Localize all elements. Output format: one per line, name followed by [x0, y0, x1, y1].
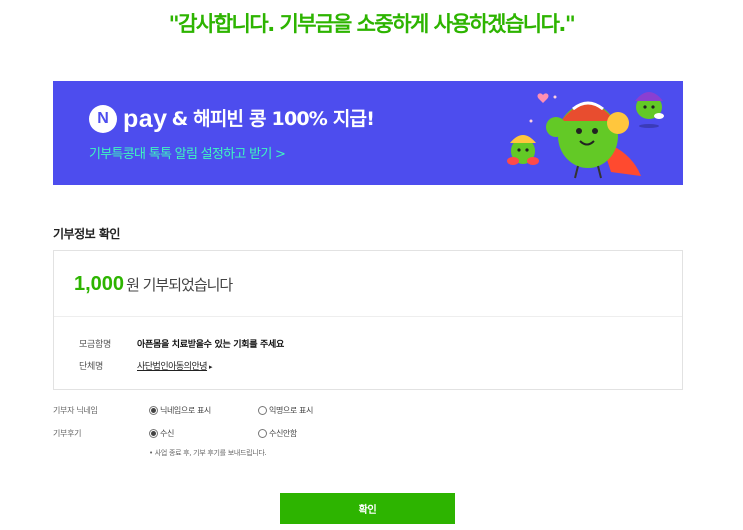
- radio-not-receive[interactable]: 수신안함: [258, 428, 367, 439]
- amount-value: 1,000: [74, 273, 125, 295]
- thank-you-headline: "감사합니다. 기부금을 소중하게 사용하겠습니다.": [168, 12, 576, 36]
- radio-label: 닉네임으로 표시: [160, 406, 211, 415]
- organization-label: 단체명: [79, 362, 103, 372]
- banner-title: & 해피빈 콩 100% 지급!: [171, 108, 375, 130]
- radio-unchecked-icon: [258, 429, 267, 438]
- fundraiser-name: 아픈몸을 치료받을수 있는 기회를 주세요: [137, 340, 284, 350]
- confirm-button[interactable]: 확인: [280, 493, 455, 524]
- section-title: 기부정보 확인: [53, 227, 120, 241]
- npay-logo-icon: N: [89, 105, 117, 133]
- radio-label: 수신안함: [269, 429, 297, 438]
- radio-show-nickname[interactable]: 닉네임으로 표시: [149, 405, 258, 416]
- banner-subtitle-link[interactable]: 기부특콩대 톡톡 알림 설정하고 받기 >: [89, 143, 286, 162]
- fundraiser-row: 모금함명 아픈몸을 치료받을수 있는 기회를 주세요: [79, 337, 284, 350]
- organization-link[interactable]: 사단법인아동의안녕 ▸: [137, 359, 213, 372]
- fundraiser-label: 모금함명: [79, 340, 111, 350]
- organization-name: 사단법인아동의안녕: [137, 362, 208, 372]
- donation-amount: 1,000 원 기부되었습니다: [74, 273, 233, 296]
- radio-label: 익명으로 표시: [269, 406, 313, 415]
- radio-checked-icon: [149, 406, 158, 415]
- radio-unchecked-icon: [258, 406, 267, 415]
- heart-icon: [537, 93, 549, 103]
- donation-info-box: 1,000 원 기부되었습니다 모금함명 아픈몸을 치료받을수 있는 기회를 주…: [53, 250, 683, 390]
- radio-anonymous[interactable]: 익명으로 표시: [258, 405, 367, 416]
- radio-label: 수신: [160, 429, 174, 438]
- radio-checked-icon: [149, 429, 158, 438]
- review-label: 기부후기: [53, 429, 82, 438]
- npay-promo-banner[interactable]: N pay & 해피빈 콩 100% 지급! 기부특콩대 톡톡 알림 설정하고 …: [53, 81, 683, 185]
- organization-row: 단체명 사단법인아동의안녕 ▸: [79, 359, 213, 372]
- nickname-label: 기부자 닉네임: [53, 406, 98, 415]
- review-option-row: 기부후기 수신 수신안함: [53, 428, 367, 439]
- nickname-option-row: 기부자 닉네임 닉네임으로 표시 익명으로 표시: [53, 405, 367, 416]
- radio-receive[interactable]: 수신: [149, 428, 258, 439]
- review-note: • 사업 종료 후, 기부 후기를 보내드립니다.: [149, 449, 267, 457]
- divider: [54, 316, 682, 317]
- npay-logo-text: pay: [123, 105, 168, 133]
- bean-characters-illustration: [507, 92, 664, 179]
- chevron-right-icon: ▸: [209, 363, 213, 371]
- amount-text: 원 기부되었습니다: [126, 276, 233, 294]
- banner-title-row: N pay & 해피빈 콩 100% 지급!: [89, 105, 375, 133]
